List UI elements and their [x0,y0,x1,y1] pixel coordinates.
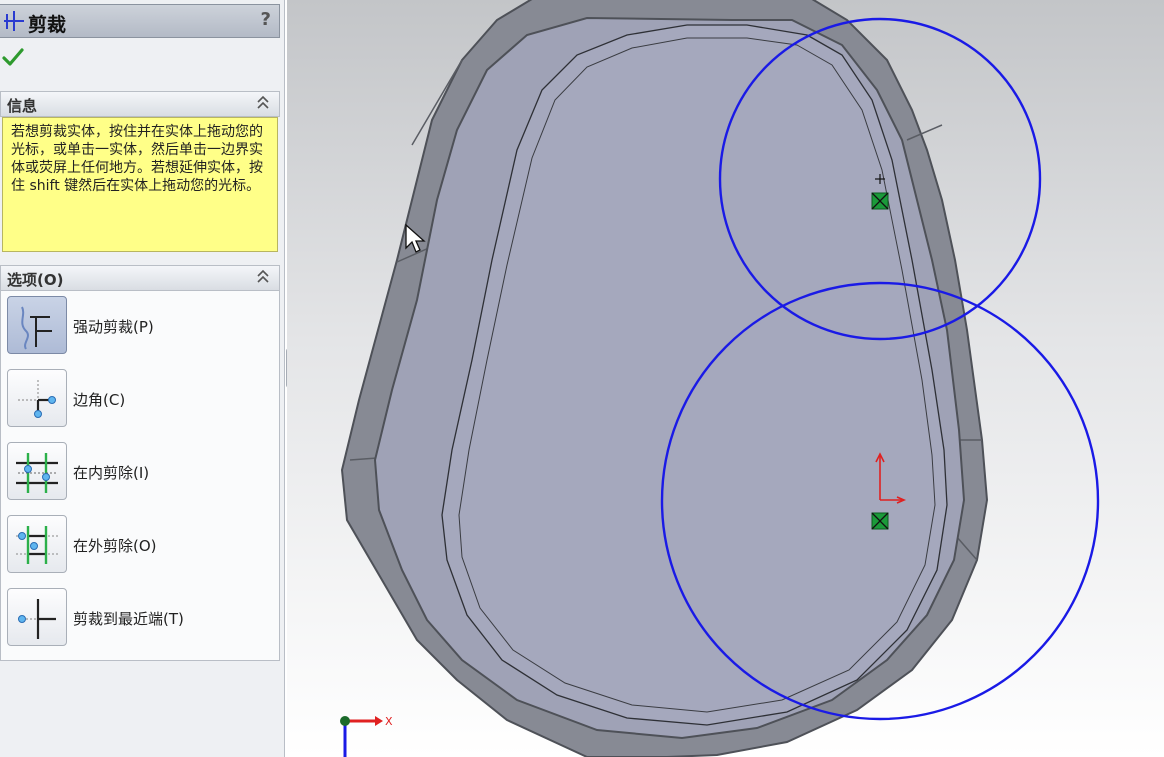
option-trim-to-closest[interactable]: 剪裁到最近端(T) [7,588,267,650]
option-trim-away-outside[interactable]: 在外剪除(O) [7,515,267,577]
panel-title-bar: 剪裁 ? [0,4,280,38]
property-manager-panel: 剪裁 ? 信息 若想剪裁实体，按住并在实体上拖动您的光标，或单击一实体，然后单击… [0,0,285,757]
panel-title: 剪裁 [28,14,67,36]
options-section-title: 选项(O) [7,271,64,289]
trim-away-outside-button[interactable] [7,515,67,573]
graphics-area[interactable]: X [287,0,1164,757]
power-trim-icon [21,306,52,350]
help-button[interactable]: ? [261,9,271,30]
options-section-header[interactable]: 选项(O) [0,265,280,291]
info-message: 若想剪裁实体，按住并在实体上拖动您的光标，或单击一实体，然后单击一边界实体或荧屏… [2,117,278,252]
collapse-chevron-icon[interactable] [255,94,271,112]
trim-icon [4,11,24,31]
power-trim-button[interactable] [7,296,67,354]
trim-away-outside-label: 在外剪除(O) [73,537,157,555]
ok-checkmark-icon[interactable] [2,46,24,68]
option-power-trim[interactable]: 强动剪裁(P) [7,296,267,358]
info-section-header[interactable]: 信息 [0,91,280,117]
corner-trim-button[interactable] [7,369,67,427]
reference-triad-icon: X [340,715,393,757]
options-list: 强动剪裁(P) 边角(C) 在内剪除(I) 在外剪除(O) 剪裁到最近端(T) [0,291,280,661]
trim-away-inside-button[interactable] [7,442,67,500]
trim-away-inside-label: 在内剪除(I) [73,464,150,482]
trim-away-inside-icon [16,453,58,493]
trim-to-closest-icon [18,599,56,639]
corner-label: 边角(C) [73,391,126,409]
option-corner[interactable]: 边角(C) [7,369,267,431]
trim-to-closest-button[interactable] [7,588,67,646]
collapse-chevron-icon[interactable] [255,268,271,286]
trim-away-outside-icon [16,526,58,564]
option-trim-away-inside[interactable]: 在内剪除(I) [7,442,267,504]
info-section-title: 信息 [7,97,38,115]
x-axis-label: X [385,715,393,728]
trim-to-closest-label: 剪裁到最近端(T) [73,610,184,628]
mouse-pointer-icon [405,224,426,253]
sketch-canvas[interactable] [287,0,1164,757]
power-trim-label: 强动剪裁(P) [73,318,154,336]
center-point-lower[interactable] [871,512,889,530]
corner-trim-icon [18,380,56,418]
